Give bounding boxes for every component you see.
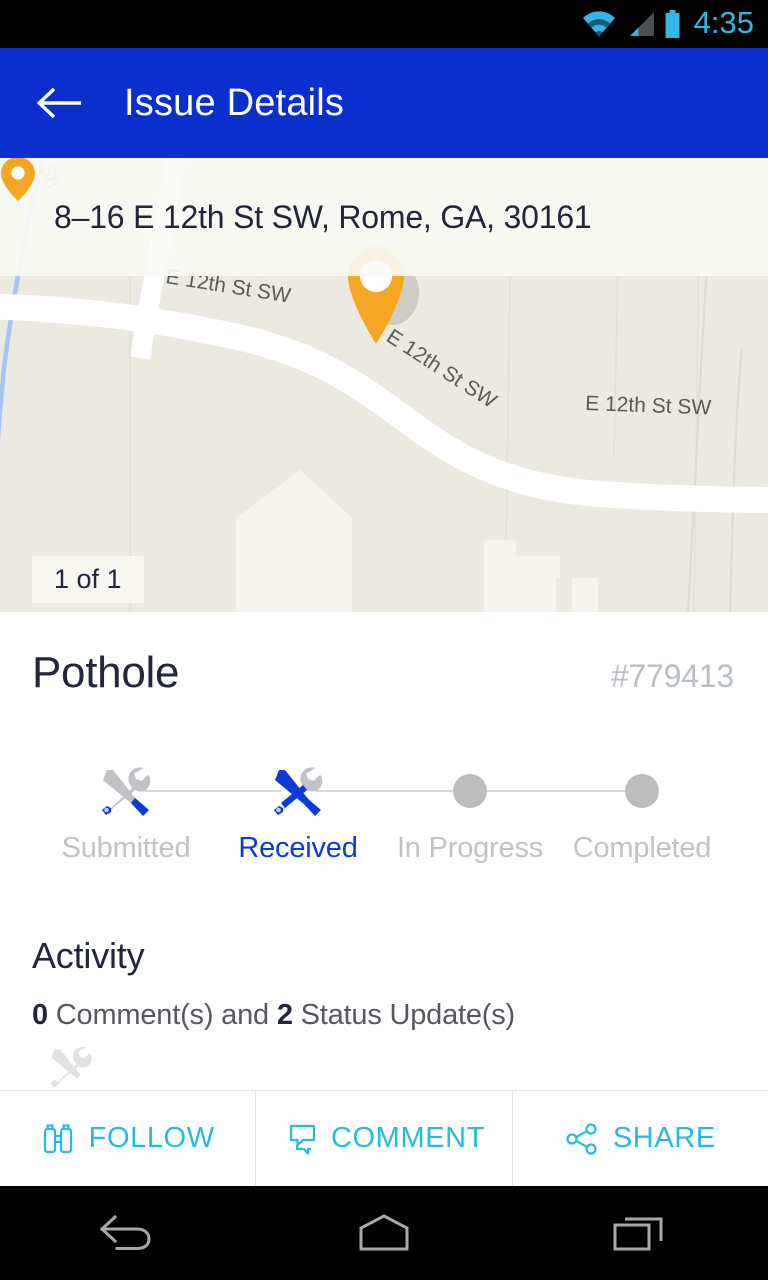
- tools-icon: [50, 1046, 92, 1088]
- back-arrow-icon[interactable]: [36, 83, 82, 123]
- status-update-label: Status Update(s): [292, 999, 516, 1031]
- share-label: SHARE: [612, 1122, 716, 1154]
- comment-label: Comment(s) and: [47, 999, 277, 1031]
- step-icon-wrap: [439, 762, 501, 820]
- stepper-label-submitted: Submitted: [61, 832, 191, 864]
- issue-id: #779413: [610, 658, 734, 694]
- status-stepper: Submitted Received In Progress Completed: [40, 762, 728, 865]
- follow-label: FOLLOW: [88, 1122, 215, 1154]
- nav-back-button[interactable]: [53, 1203, 203, 1263]
- stepper-step-received[interactable]: Received: [212, 762, 384, 865]
- tools-icon: [102, 767, 151, 816]
- system-nav-bar: [0, 1186, 768, 1280]
- issue-address: 8–16 E 12th St SW, Rome, GA, 30161: [54, 198, 592, 235]
- dot-icon: [453, 774, 487, 808]
- photo-counter-badge: 1 of 1: [32, 556, 144, 603]
- issue-header: Pothole #779413: [0, 612, 768, 698]
- app-bar: Issue Details: [0, 48, 768, 158]
- status-bar: 4:35: [0, 0, 768, 48]
- nav-home-button[interactable]: [309, 1203, 459, 1263]
- stepper-step-completed[interactable]: Completed: [556, 762, 728, 865]
- share-button[interactable]: SHARE: [511, 1091, 768, 1186]
- step-icon-wrap: [611, 762, 673, 820]
- activity-heading: Activity: [32, 935, 145, 976]
- wifi-icon: [582, 11, 615, 37]
- comment-label: COMMENT: [330, 1122, 485, 1154]
- stepper-label-received: Received: [238, 832, 358, 864]
- chat-bubbles-icon: [289, 1124, 316, 1155]
- stepper-step-in-progress[interactable]: In Progress: [384, 762, 556, 865]
- map-view[interactable]: E 12th St SW E 12th St SW E 12th St SW S…: [0, 158, 768, 612]
- tools-icon: [274, 767, 323, 816]
- nav-back-icon: [99, 1214, 151, 1250]
- stepper-label-in-progress: In Progress: [396, 832, 544, 864]
- page-title: Issue Details: [124, 81, 345, 124]
- activity-summary: 0 Comment(s) and 2 Status Update(s): [32, 999, 768, 1032]
- map-pin-icon: [1, 158, 35, 201]
- phone-screen: 4:35 Issue Details E 12th St SW E 12th S…: [0, 0, 768, 1280]
- binoculars-icon: [43, 1123, 72, 1153]
- cellular-signal-icon: [629, 12, 654, 36]
- comment-button[interactable]: COMMENT: [255, 1091, 512, 1186]
- nav-recents-button[interactable]: [565, 1203, 715, 1263]
- address-bar: 8–16 E 12th St SW, Rome, GA, 30161: [0, 158, 768, 276]
- status-bar-clock: 4:35: [693, 5, 754, 40]
- step-icon-wrap: [267, 762, 329, 820]
- nav-recents-icon: [613, 1217, 663, 1251]
- nav-home-icon: [359, 1214, 409, 1251]
- share-nodes-icon: [566, 1122, 597, 1155]
- stepper-step-submitted[interactable]: Submitted: [40, 762, 212, 865]
- step-icon-wrap: [95, 762, 157, 820]
- comment-count: 0: [32, 999, 48, 1031]
- issue-title: Pothole: [32, 648, 180, 697]
- svg-text:E 12th St SW: E 12th St SW: [585, 392, 712, 419]
- issue-content: Pothole #779413 Submitted Received In Pr…: [0, 612, 768, 1090]
- follow-button[interactable]: FOLLOW: [0, 1091, 256, 1186]
- dot-icon: [625, 774, 659, 808]
- stepper-label-completed: Completed: [572, 832, 712, 864]
- battery-icon: [665, 10, 680, 38]
- status-update-count: 2: [276, 999, 293, 1031]
- action-bar: FOLLOW COMMENT SHARE: [0, 1090, 768, 1186]
